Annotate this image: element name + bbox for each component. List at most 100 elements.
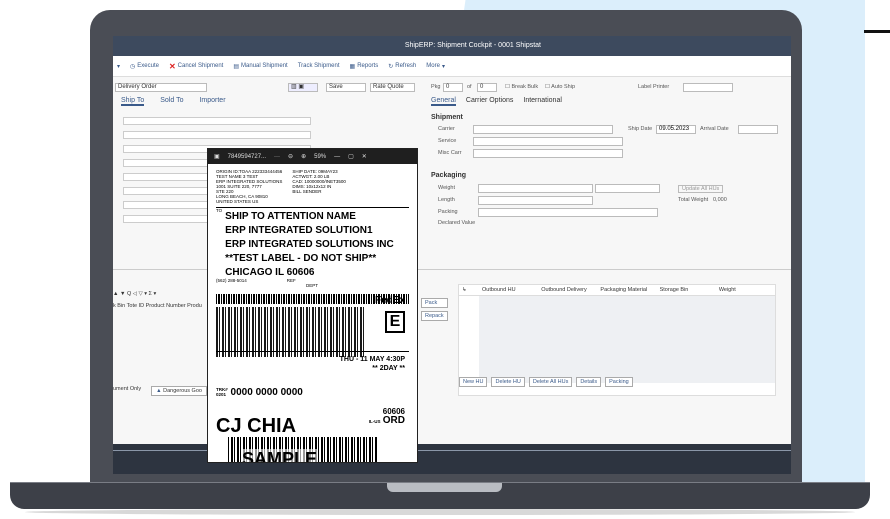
tab-international[interactable]: International	[523, 97, 562, 106]
more-button[interactable]: More ▾	[426, 63, 445, 70]
detail-tabs: General Carrier Options International	[431, 97, 562, 106]
zoom-in-icon[interactable]: ⊕	[301, 153, 306, 160]
delivery-date: THU - 11 MAY 4:30P	[339, 356, 405, 363]
cancel-shipment-button[interactable]: ✕ Cancel Shipment	[169, 62, 223, 71]
origin-block: ORIGIN ID:TOAA 222333444456 TEST NAME 3 …	[216, 169, 282, 204]
hu-grid-header: ↳ Outbound HU Outbound Delivery Packagin…	[459, 285, 775, 296]
address-line-1[interactable]	[123, 117, 311, 125]
document-only-item[interactable]: ument Only	[113, 386, 141, 396]
reports-label: Reports	[357, 63, 379, 69]
track-shipment-button[interactable]: Track Shipment	[298, 63, 340, 69]
delete-all-hus-button[interactable]: Delete All HUs	[528, 377, 573, 387]
new-hu-button[interactable]: New HU	[459, 377, 488, 387]
repack-button[interactable]: Repack	[421, 311, 448, 321]
total-weight-label: Total Weight	[678, 197, 709, 203]
col-outbound-delivery: Outbound Delivery	[541, 287, 587, 293]
length-input[interactable]	[478, 196, 593, 205]
state-code: IL-US	[368, 419, 381, 424]
execute-label: Execute	[137, 63, 159, 69]
carrier-logo: FedEx	[374, 295, 405, 306]
packing-select[interactable]	[478, 208, 658, 217]
delete-hu-button[interactable]: Delete HU	[491, 377, 525, 387]
app-title: ShipERP: Shipment Cockpit - 0001 Shipsta…	[113, 36, 791, 56]
airport-code: ORD	[382, 415, 405, 426]
col-weight: Weight	[718, 287, 736, 293]
pdf417-barcode	[216, 307, 366, 357]
service-label: Service	[438, 138, 457, 144]
tab-general[interactable]: General	[431, 97, 456, 106]
weight-unit[interactable]	[595, 184, 660, 193]
cancel-shipment-label: Cancel Shipment	[177, 63, 224, 69]
packing-button[interactable]: Packing	[605, 377, 633, 387]
order-type-select[interactable]: Delivery Order	[115, 83, 207, 92]
declared-value-label: Declared Value	[438, 220, 476, 226]
auto-ship-label: Auto Ship	[551, 84, 576, 90]
misc-carr-input[interactable]	[473, 149, 623, 158]
origin-line: UNITED STATES US	[216, 199, 259, 204]
carrier-select[interactable]	[473, 125, 613, 134]
maximize-icon[interactable]: ▢	[348, 153, 354, 160]
save-button[interactable]: Save	[326, 83, 366, 92]
weight-input[interactable]	[478, 184, 593, 193]
variant-dropdown[interactable]: ▾	[117, 63, 120, 70]
label-printer-label: Label Printer	[638, 84, 670, 90]
rate-quote-button[interactable]: Rate Quote	[370, 83, 415, 92]
close-icon[interactable]: ✕	[362, 153, 367, 160]
pack-button[interactable]: Pack	[421, 298, 448, 308]
pack-actions: Pack Repack	[421, 298, 448, 321]
ship-info-block: SHIP DATE: 09MAY23 ACTWGT: 2.00 LB CAD: …	[292, 169, 346, 204]
viewer-menu-icon[interactable]: ···	[274, 154, 280, 160]
shipping-label: ORIGIN ID:TOAA 222333444456 TEST NAME 3 …	[216, 169, 409, 462]
ref-label: REF	[286, 278, 296, 283]
refresh-label: Refresh	[395, 63, 417, 69]
viewer-app-icon: ▣	[214, 154, 220, 160]
arrival-date-label: Arrival Date	[700, 126, 729, 132]
label-printer-input[interactable]	[683, 83, 733, 92]
label-header: ORIGIN ID:TOAA 222333444456 TEST NAME 3 …	[216, 169, 409, 204]
zoom-level: 59%	[314, 153, 327, 160]
dangerous-goods-label: Dangerous Goo	[163, 388, 202, 394]
minimize-icon[interactable]: —	[334, 154, 340, 160]
of-input[interactable]: 0	[477, 83, 497, 92]
length-label: Length	[438, 197, 455, 203]
dangerous-goods-button[interactable]: ▲ Dangerous Goo	[151, 386, 207, 396]
address-line-2[interactable]	[123, 131, 311, 139]
tab-ship-to[interactable]: Ship To	[121, 97, 145, 106]
address-tabs: Ship To Sold To Importer	[121, 97, 226, 106]
table-toolbar-icons[interactable]: ▲ ▼ Q ◁ ▽ ▾ Σ ▾	[113, 291, 202, 297]
tab-carrier-options[interactable]: Carrier Options	[466, 97, 513, 106]
route-code: CJ CHIA	[216, 415, 297, 437]
tab-importer[interactable]: Importer	[199, 97, 225, 106]
weight-label: Weight	[438, 185, 456, 191]
select-column: ↳	[462, 287, 467, 293]
service-letter: E	[385, 311, 405, 333]
hu-grid-body[interactable]	[479, 296, 775, 383]
trk-code: 0201	[216, 392, 227, 398]
label-viewer-window: ▣ 7849594727... ··· ⊖ ⊕ 59% — ▢ ✕ ORIGIN…	[207, 148, 418, 463]
trk-label: TRK# 0201	[216, 387, 228, 397]
toggle-buttons[interactable]: ▥ ▣	[288, 83, 318, 92]
pkg-input[interactable]: 0	[443, 83, 463, 92]
auto-ship-checkbox[interactable]: ☐ Auto Ship	[545, 84, 575, 90]
sample-watermark: SAMPLE	[242, 449, 318, 462]
col-packaging-material: Packaging Material	[600, 287, 648, 293]
col-storage-bin: Storage Bin	[659, 287, 689, 293]
service-select[interactable]	[473, 137, 623, 146]
execute-button[interactable]: ◷ Execute	[130, 63, 159, 70]
zoom-out-icon[interactable]: ⊖	[288, 153, 293, 160]
ship-date-input[interactable]: 09.05.2023	[656, 125, 696, 134]
break-bulk-checkbox[interactable]: ☐ Break Bulk	[505, 84, 538, 90]
refresh-button[interactable]: ↻ Refresh	[388, 63, 416, 70]
hu-actions: New HU Delete HU Delete All HUs Details …	[459, 377, 633, 387]
details-button[interactable]: Details	[576, 377, 602, 387]
ship-to-line: SHIP TO ATTENTION NAME	[225, 211, 356, 222]
tab-sold-to[interactable]: Sold To	[160, 97, 183, 106]
product-columns: k Bin Tote ID Product Number Produ	[113, 303, 202, 309]
arrival-date-input[interactable]	[738, 125, 778, 134]
update-all-button[interactable]: Update All HUs	[678, 185, 724, 193]
reports-button[interactable]: ▦ Reports	[350, 63, 379, 70]
manual-shipment-button[interactable]: ▤ Manual Shipment	[233, 63, 287, 70]
tracking-block: TRK# 0201 0000 0000 0000	[216, 387, 303, 398]
dept-line: DEPT	[306, 283, 319, 288]
delivery-info: THU - 11 MAY 4:30P ** 2DAY **	[340, 355, 405, 373]
